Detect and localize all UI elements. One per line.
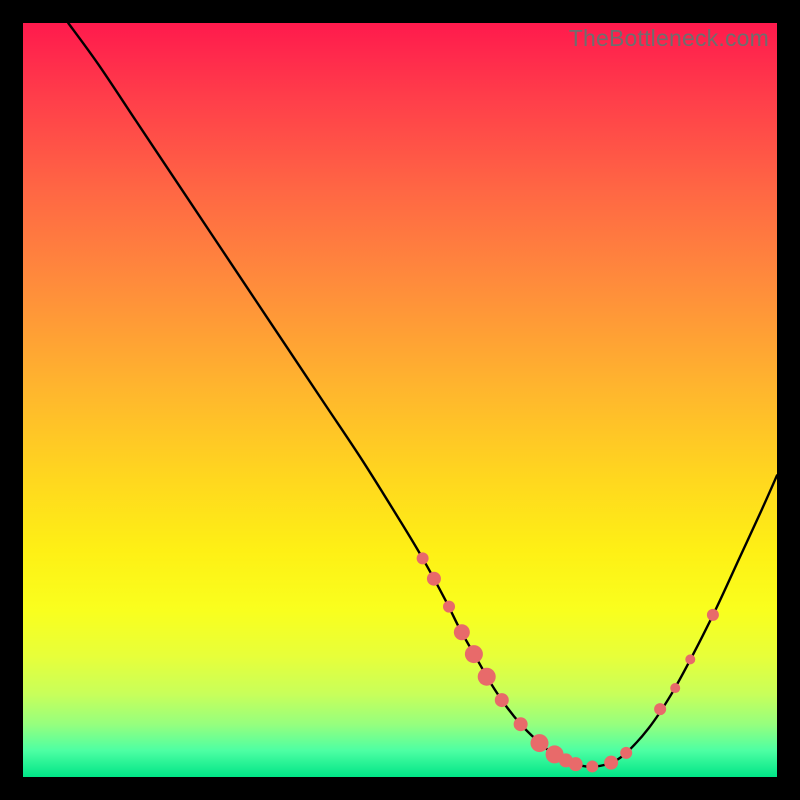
curve-marker — [654, 703, 666, 715]
curve-layer — [23, 23, 777, 777]
curve-marker — [685, 654, 695, 664]
bottleneck-curve — [68, 23, 777, 767]
curve-marker — [620, 747, 632, 759]
curve-marker — [569, 757, 583, 771]
curve-marker — [454, 624, 470, 640]
curve-marker — [478, 668, 496, 686]
plot-area: TheBottleneck.com — [23, 23, 777, 777]
chart-frame: TheBottleneck.com — [23, 23, 777, 777]
curve-marker — [417, 552, 429, 564]
curve-marker — [443, 601, 455, 613]
curve-marker — [495, 693, 509, 707]
curve-marker — [707, 609, 719, 621]
curve-marker — [670, 683, 680, 693]
curve-markers — [417, 552, 719, 772]
curve-marker — [465, 645, 483, 663]
curve-marker — [586, 760, 598, 772]
curve-marker — [427, 572, 441, 586]
curve-marker — [604, 756, 618, 770]
curve-marker — [514, 717, 528, 731]
curve-marker — [530, 734, 548, 752]
